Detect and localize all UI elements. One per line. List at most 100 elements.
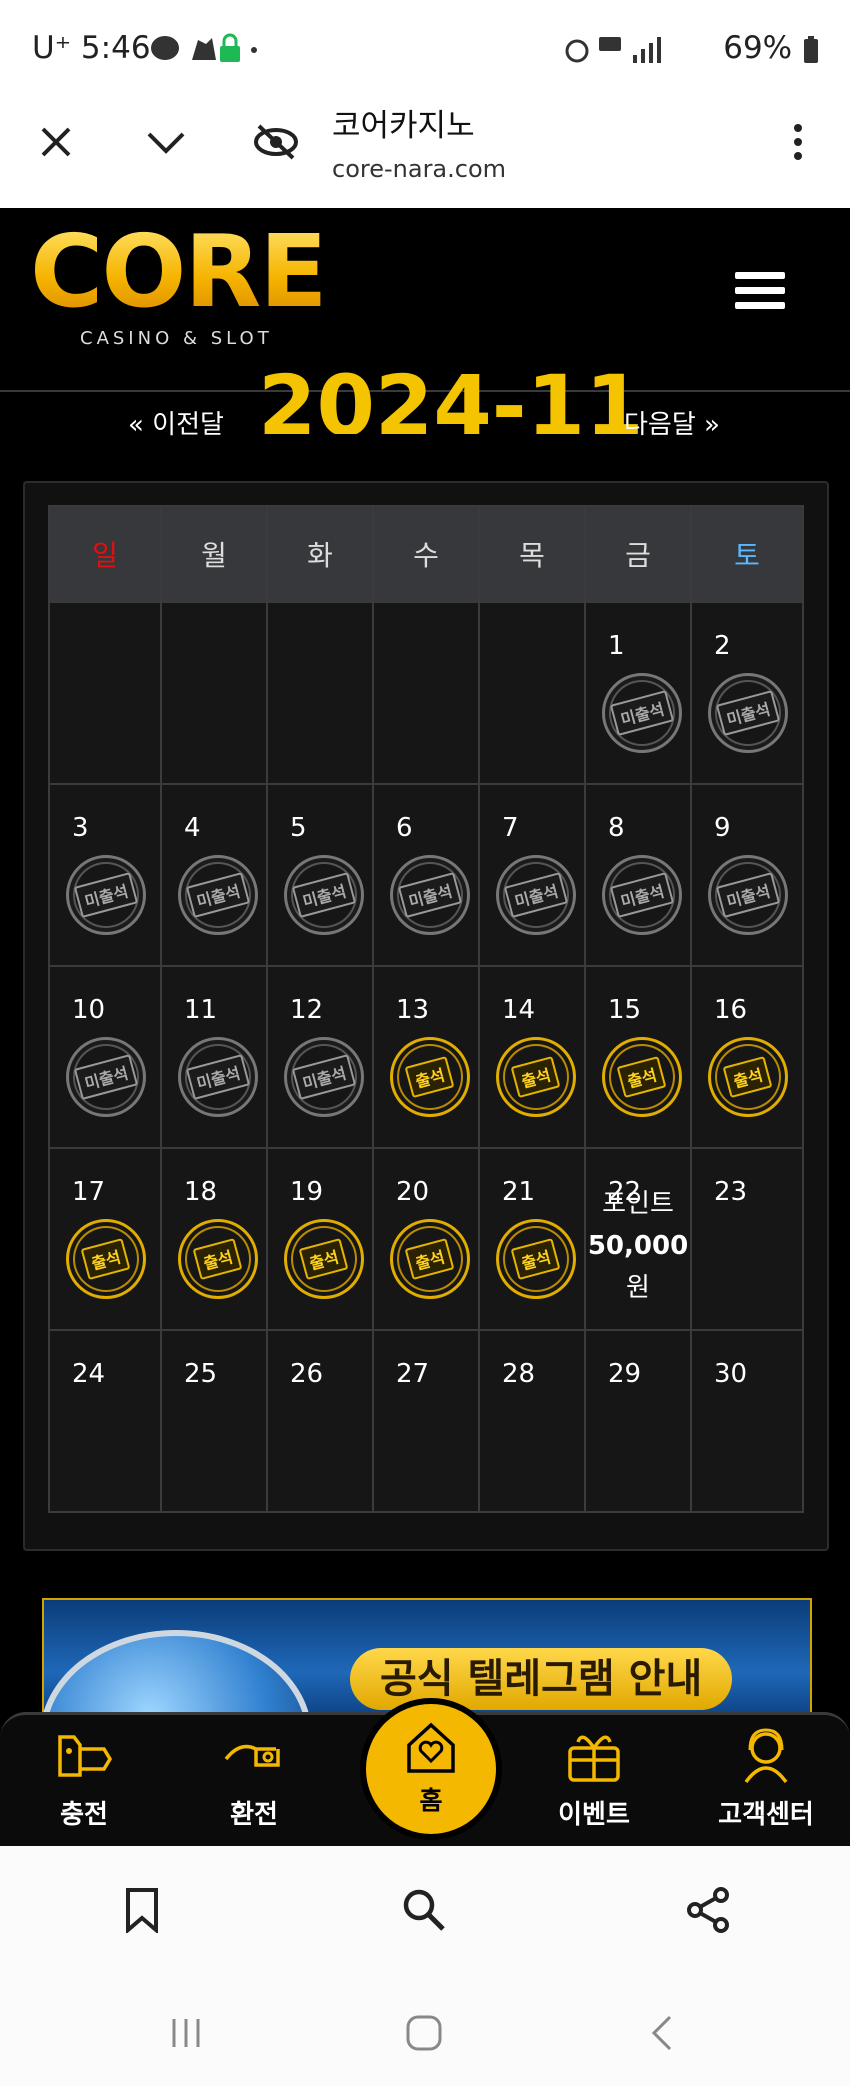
eye-off-icon[interactable] (246, 112, 306, 172)
calendar-day: 10 미출석 (48, 965, 162, 1149)
nav-deposit[interactable]: 충전 (24, 1726, 144, 1836)
calendar-empty-day (266, 601, 374, 785)
calendar-day: 30 (690, 1329, 804, 1513)
absence-stamp-icon: 미출석 (496, 855, 576, 935)
stamp-label: 출석 (298, 1237, 350, 1281)
day-number: 8 (608, 813, 625, 843)
stamp-label: 출석 (80, 1237, 132, 1281)
calendar-day: 26 (266, 1329, 374, 1513)
day-number: 17 (72, 1177, 106, 1207)
calendar-day: 20 출석 (372, 1147, 480, 1331)
calendar-week: 24 25 26 27 28 29 30 (48, 1329, 804, 1513)
attendance-stamp-icon: 출석 (496, 1037, 576, 1117)
chevron-down-icon[interactable] (136, 112, 196, 172)
stamp-label: 미출석 (715, 690, 781, 736)
day-number: 7 (502, 813, 519, 843)
logo-subtitle: CASINO & SLOT (80, 328, 273, 349)
day-number: 3 (72, 813, 89, 843)
close-icon[interactable] (26, 112, 86, 172)
calendar-day: 5 미출석 (266, 783, 374, 967)
calendar-empty-day (372, 601, 480, 785)
stamp-label: 출석 (510, 1237, 562, 1281)
absence-stamp-icon: 미출석 (178, 855, 258, 935)
home-heart-icon (403, 1721, 459, 1779)
attendance-stamp-icon: 출석 (602, 1037, 682, 1117)
stamp-label: 출석 (722, 1055, 774, 1099)
stamp-label: 출석 (510, 1055, 562, 1099)
calendar-day: 9 미출석 (690, 783, 804, 967)
day-number: 30 (714, 1359, 748, 1389)
reward-label: 포인트 50,000 원 (586, 1183, 690, 1309)
calendar-day: 7 미출석 (478, 783, 586, 967)
next-month-link[interactable]: 다음달 » (624, 404, 720, 441)
stamp-label: 미출석 (397, 872, 463, 918)
calendar-day: 11 미출석 (160, 965, 268, 1149)
calendar-day: 17 출석 (48, 1147, 162, 1331)
day-number: 2 (714, 631, 731, 661)
page-title[interactable]: 코어카지노 (332, 100, 475, 145)
hamburger-menu-icon[interactable] (735, 272, 785, 314)
nav-event[interactable]: 이벤트 (534, 1726, 654, 1836)
home-icon[interactable] (394, 2006, 454, 2060)
day-number: 10 (72, 995, 106, 1025)
calendar-day: 23 (690, 1147, 804, 1331)
bookmark-icon[interactable] (112, 1880, 172, 1940)
reward-text: 원 (626, 1273, 650, 1303)
stamp-label: 미출석 (291, 1054, 357, 1100)
calendar-day: 19 출석 (266, 1147, 374, 1331)
share-icon[interactable] (678, 1880, 738, 1940)
calendar-day: 18 출석 (160, 1147, 268, 1331)
stamp-label: 미출석 (185, 1054, 251, 1100)
calendar-day: 1 미출석 (584, 601, 692, 785)
prev-month-link[interactable]: « 이전달 (128, 404, 224, 441)
attendance-calendar: 일월화수목금토 1 미출석 2 미출석 3 미출석 4 미출석 5 미출석 6 미출석 7 미출석 8 미출석… (48, 505, 804, 1513)
calendar-day: 29 (584, 1329, 692, 1513)
banner-text: 공식 텔레그램 안내 (350, 1648, 733, 1710)
notification-icons (150, 32, 260, 73)
nav-support[interactable]: 고객센터 (706, 1726, 826, 1836)
absence-stamp-icon: 미출석 (708, 855, 788, 935)
calendar-day: 4 미출석 (160, 783, 268, 967)
stamp-label: 미출석 (609, 872, 675, 918)
weekday-header: 수 (372, 505, 480, 603)
attendance-stamp-icon: 출석 (708, 1037, 788, 1117)
stamp-label: 출석 (404, 1237, 456, 1281)
calendar-day: 24 (48, 1329, 162, 1513)
day-number: 5 (290, 813, 307, 843)
day-number: 25 (184, 1359, 218, 1389)
day-number: 28 (502, 1359, 536, 1389)
reward-amount: 50,000 (587, 1231, 689, 1261)
search-icon[interactable] (394, 1880, 454, 1940)
day-number: 26 (290, 1359, 324, 1389)
stamp-label: 출석 (404, 1055, 456, 1099)
nav-home[interactable]: 홈 (360, 1698, 502, 1840)
more-vertical-icon[interactable] (768, 112, 828, 172)
stamp-label: 출석 (616, 1055, 668, 1099)
stamp-label: 미출석 (73, 872, 139, 918)
absence-stamp-icon: 미출석 (66, 855, 146, 935)
calendar-day: 28 (478, 1329, 586, 1513)
calendar-day: 15 출석 (584, 965, 692, 1149)
recent-apps-icon[interactable] (156, 2006, 216, 2060)
calendar-day: 16 출석 (690, 965, 804, 1149)
weekday-header: 화 (266, 505, 374, 603)
reward-text: 포인트 (602, 1189, 674, 1219)
nav-withdraw[interactable]: 환전 (194, 1726, 314, 1836)
status-right: 69% (563, 30, 820, 67)
site-logo[interactable]: CORE (30, 222, 328, 322)
calendar-day: 14 출석 (478, 965, 586, 1149)
calendar-week: 3 미출석 4 미출석 5 미출석 6 미출석 7 미출석 8 미출석 9 미출석 (48, 783, 804, 967)
calendar-day: 21 출석 (478, 1147, 586, 1331)
day-number: 14 (502, 995, 536, 1025)
url-text[interactable]: core-nara.com (332, 155, 506, 183)
attendance-stamp-icon: 출석 (496, 1219, 576, 1299)
day-number: 15 (608, 995, 642, 1025)
day-number: 27 (396, 1359, 430, 1389)
status-time: U⁺ 5:46 (32, 30, 151, 66)
day-number: 19 (290, 1177, 324, 1207)
stamp-label: 미출석 (715, 872, 781, 918)
calendar-empty-day (478, 601, 586, 785)
day-number: 11 (184, 995, 218, 1025)
back-icon[interactable] (632, 2006, 692, 2060)
gift-icon (534, 1726, 654, 1786)
